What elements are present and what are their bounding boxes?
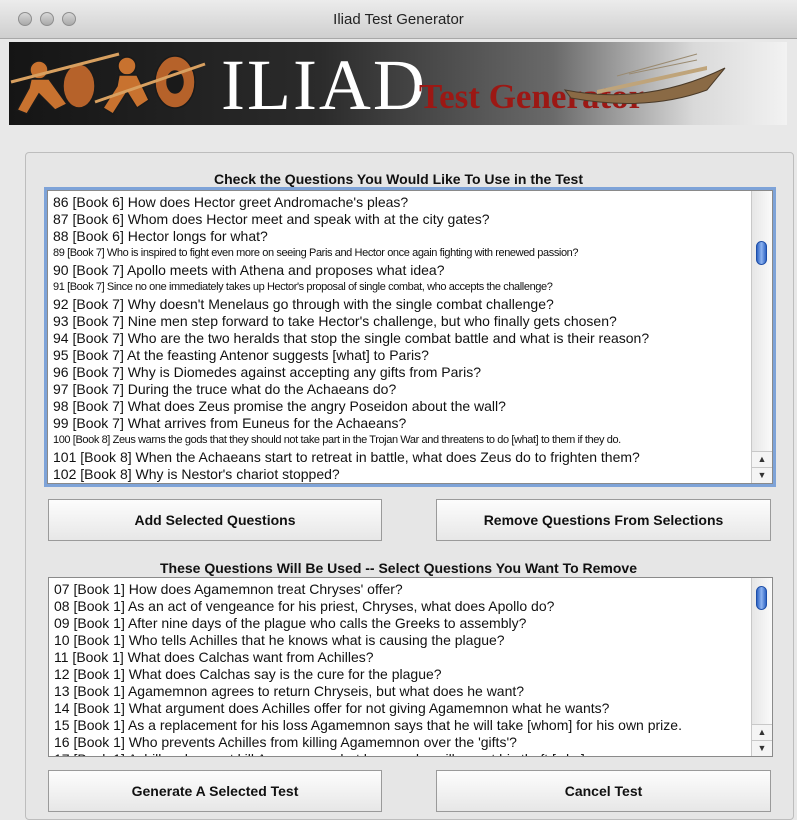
available-question-list-item[interactable]: 96 [Book 7] Why is Diomedes against acce… bbox=[53, 364, 748, 381]
available-question-list-item[interactable]: 89 [Book 7] Who is inspired to fight eve… bbox=[53, 245, 748, 262]
available-question-list-item[interactable]: 102 [Book 8] Why is Nestor's chariot sto… bbox=[53, 466, 748, 483]
available-list-scroll-thumb[interactable] bbox=[756, 241, 767, 265]
selected-questions-list[interactable]: ▲ ▼ 07 [Book 1] How does Agamemnon treat… bbox=[48, 577, 773, 757]
app-window: Iliad Test Generator ILIAD Test Generato… bbox=[0, 0, 797, 820]
available-question-list-item[interactable]: 98 [Book 7] What does Zeus promise the a… bbox=[53, 398, 748, 415]
available-question-list-item[interactable]: 99 [Book 7] What arrives from Euneus for… bbox=[53, 415, 748, 432]
banner-title: ILIAD bbox=[221, 45, 427, 125]
selected-question-list-item[interactable]: 14 [Book 1] What argument does Achilles … bbox=[54, 700, 748, 717]
window-title: Iliad Test Generator bbox=[333, 11, 464, 28]
selected-question-list-item[interactable]: 16 [Book 1] Who prevents Achilles from k… bbox=[54, 734, 748, 751]
selected-question-list-item[interactable]: 09 [Book 1] After nine days of the plagu… bbox=[54, 615, 748, 632]
selected-questions-header: These Questions Will Be Used -- Select Q… bbox=[160, 560, 637, 576]
add-selected-questions-button[interactable]: Add Selected Questions bbox=[48, 499, 382, 541]
selected-question-list-item[interactable]: 08 [Book 1] As an act of vengeance for h… bbox=[54, 598, 748, 615]
available-question-list-item[interactable]: 95 [Book 7] At the feasting Antenor sugg… bbox=[53, 347, 748, 364]
selected-question-list-item[interactable]: 15 [Book 1] As a replacement for his los… bbox=[54, 717, 748, 734]
scroll-down-arrow-icon[interactable]: ▼ bbox=[752, 467, 772, 483]
available-question-list-item[interactable]: 90 [Book 7] Apollo meets with Athena and… bbox=[53, 262, 748, 279]
greek-warriors-illustration bbox=[10, 52, 206, 116]
available-question-list-item[interactable]: 87 [Book 6] Whom does Hector meet and sp… bbox=[53, 211, 748, 228]
selected-question-list-item[interactable]: 13 [Book 1] Agamemnon agrees to return C… bbox=[54, 683, 748, 700]
available-question-list-item[interactable]: 86 [Book 6] How does Hector greet Androm… bbox=[53, 194, 748, 211]
available-question-list-item[interactable]: 91 [Book 7] Since no one immediately tak… bbox=[53, 279, 748, 296]
remove-questions-button[interactable]: Remove Questions From Selections bbox=[436, 499, 771, 541]
selected-list-scroll-thumb[interactable] bbox=[756, 586, 767, 610]
selected-list-scrollbar[interactable]: ▲ ▼ bbox=[751, 578, 772, 756]
scroll-up-arrow-icon[interactable]: ▲ bbox=[752, 451, 772, 467]
selected-question-list-item[interactable]: 10 [Book 1] Who tells Achilles that he k… bbox=[54, 632, 748, 649]
available-question-list-item[interactable]: 101 [Book 8] When the Achaeans start to … bbox=[53, 449, 748, 466]
available-question-list-item[interactable]: 97 [Book 7] During the truce what do the… bbox=[53, 381, 748, 398]
available-questions-list[interactable]: ▲ ▼ 86 [Book 6] How does Hector greet An… bbox=[47, 190, 773, 484]
generate-test-button[interactable]: Generate A Selected Test bbox=[48, 770, 382, 812]
selected-question-list-item[interactable]: 07 [Book 1] How does Agamemnon treat Chr… bbox=[54, 581, 748, 598]
selected-question-list-item[interactable]: 11 [Book 1] What does Calchas want from … bbox=[54, 649, 748, 666]
greek-ship-illustration bbox=[563, 53, 726, 104]
available-question-list-item[interactable]: 93 [Book 7] Nine men step forward to tak… bbox=[53, 313, 748, 330]
available-questions-header: Check the Questions You Would Like To Us… bbox=[214, 171, 583, 187]
scroll-down-arrow-icon[interactable]: ▼ bbox=[752, 740, 772, 756]
available-question-list-item[interactable]: 92 [Book 7] Why doesn't Menelaus go thro… bbox=[53, 296, 748, 313]
available-question-list-item[interactable]: 88 [Book 6] Hector longs for what? bbox=[53, 228, 748, 245]
available-list-scrollbar[interactable]: ▲ ▼ bbox=[751, 191, 772, 483]
available-question-list-item[interactable]: 94 [Book 7] Who are the two heralds that… bbox=[53, 330, 748, 347]
available-question-list-item[interactable]: 100 [Book 8] Zeus warns the gods that th… bbox=[53, 432, 748, 449]
selected-question-list-item[interactable]: 12 [Book 1] What does Calchas say is the… bbox=[54, 666, 748, 683]
header-banner: ILIAD Test Generator bbox=[9, 42, 787, 125]
title-bar: Iliad Test Generator bbox=[0, 0, 797, 39]
cancel-test-button[interactable]: Cancel Test bbox=[436, 770, 771, 812]
scroll-up-arrow-icon[interactable]: ▲ bbox=[752, 724, 772, 740]
selected-question-list-item[interactable]: 17 [Book 1] Achilles does not kill Agame… bbox=[54, 751, 748, 756]
